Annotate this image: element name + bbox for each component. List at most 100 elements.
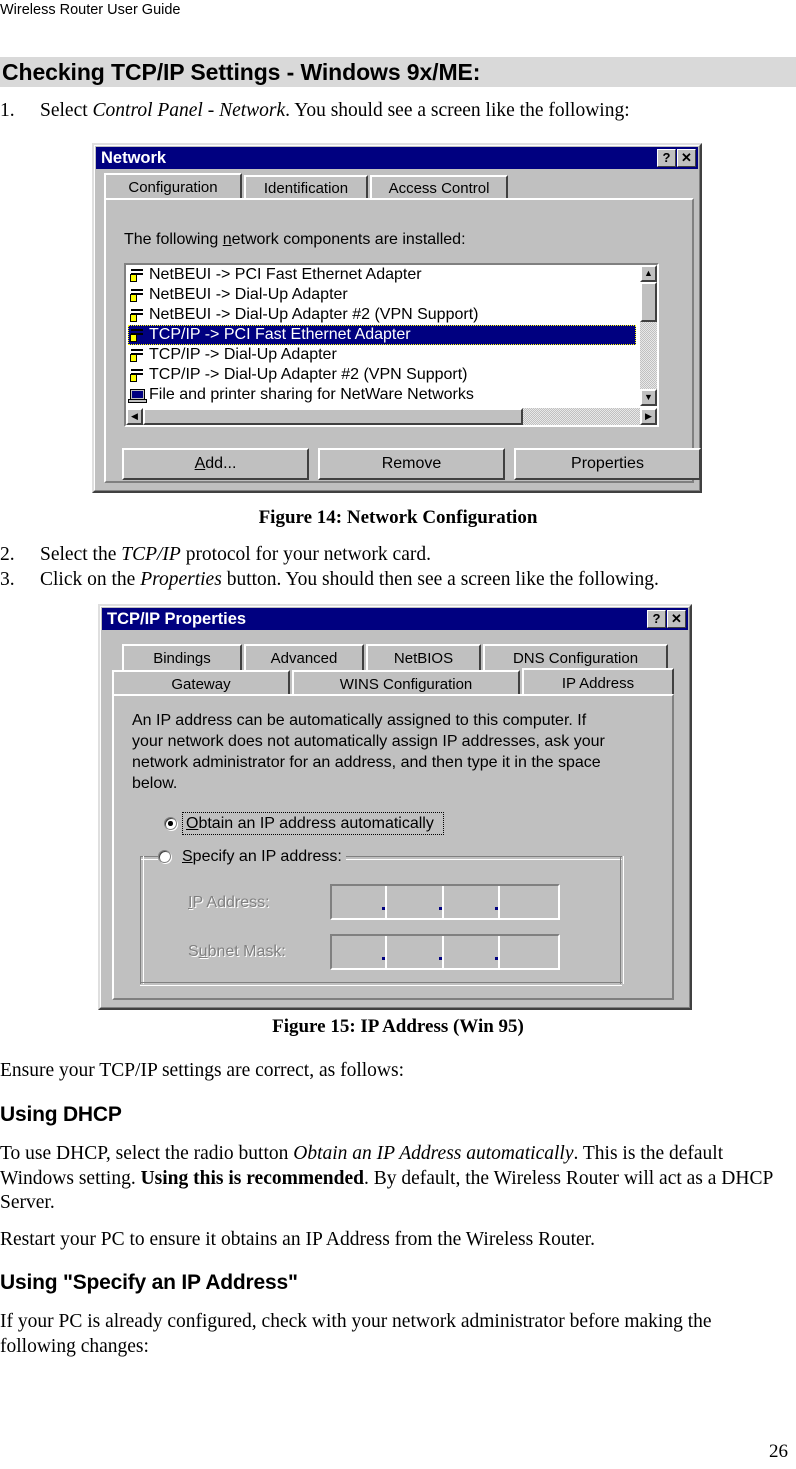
scroll-up-arrow-icon[interactable]: ▲ [640,265,657,282]
page-number: 26 [769,1441,788,1462]
ip-dot-icon [495,957,498,960]
listbox-horizontal-scrollbar[interactable]: ◀ ▶ [126,408,657,425]
list-item[interactable]: TCP/IP -> Dial-Up Adapter [128,345,636,365]
add-button[interactable]: Add... [122,448,309,480]
computer-icon [128,387,149,404]
list-item-step-1: 1. Select Control Panel - Network. You s… [0,99,784,123]
network-components-listbox[interactable]: NetBEUI -> PCI Fast Ethernet Adapter Net… [124,263,659,427]
scroll-right-arrow-icon[interactable]: ▶ [640,408,657,425]
scroll-left-arrow-icon[interactable]: ◀ [126,408,143,425]
list-item-selected[interactable]: TCP/IP -> PCI Fast Ethernet Adapter [128,325,636,345]
accel-char: O [186,815,199,832]
tab-access-control-label: Access Control [388,180,490,197]
listbox-vertical-scrollbar[interactable]: ▲ ▼ [640,265,657,406]
field-label-rest: bnet Mask: [207,943,286,960]
vscroll-thumb[interactable] [640,282,657,322]
step-text-run: . You should see a screen like the follo… [285,100,630,121]
remove-button-label: Remove [381,455,442,472]
close-icon[interactable]: ✕ [677,149,696,167]
list-item[interactable]: TCP/IP -> Dial-Up Adapter #2 (VPN Suppor… [128,365,636,385]
list-item-label: NetBEUI -> Dial-Up Adapter #2 (VPN Suppo… [149,306,479,323]
tab-wins-configuration[interactable]: WINS Configuration [292,670,520,696]
subnet-mask-field-label: Subnet Mask: [188,943,286,961]
ip-dot-icon [439,907,442,910]
description-line: An IP address can be automatically assig… [132,712,587,729]
tab-identification[interactable]: Identification [244,175,368,199]
page-title: Checking TCP/IP Settings - Windows 9x/ME… [2,59,481,85]
step-text-run: Click on the [40,569,141,590]
tab-identification-label: Identification [263,180,349,197]
radio-label-rest: pecify an IP address: [192,848,342,865]
properties-button[interactable]: Properties [514,448,701,480]
protocol-icon [128,287,149,304]
tab-ip-address-label: IP Address [561,675,635,692]
ip-dot-icon [382,907,385,910]
list-item-label: TCP/IP -> PCI Fast Ethernet Adapter [149,326,411,343]
hscroll-thumb[interactable] [143,408,523,425]
protocol-icon [128,367,149,384]
tab-advanced-label: Advanced [270,650,338,667]
close-icon[interactable]: ✕ [667,610,686,628]
tab-netbios[interactable]: NetBIOS [366,644,481,670]
tcpip-dialog-title: TCP/IP Properties [107,609,247,628]
help-icon[interactable]: ? [647,610,666,628]
list-item[interactable]: NetBEUI -> PCI Fast Ethernet Adapter [128,265,636,285]
dhcp-paragraph: To use DHCP, select the radio button Obt… [0,1142,784,1216]
section-heading-band: Checking TCP/IP Settings - Windows 9x/ME… [0,57,796,87]
para-run: To use DHCP, select the radio button [0,1143,294,1164]
caption-run: etwork components are installed: [231,231,466,248]
radio-label-rest: btain an IP address automatically [198,815,434,832]
caption-run: The following [124,231,223,248]
restart-paragraph: Restart your PC to ensure it obtains an … [0,1229,595,1250]
description-line: below. [132,775,178,792]
scroll-down-arrow-icon[interactable]: ▼ [640,389,657,406]
list-item[interactable]: File and printer sharing for NetWare Net… [128,385,636,405]
tab-dns-configuration-label: DNS Configuration [512,650,639,667]
listbox-viewport: NetBEUI -> PCI Fast Ethernet Adapter Net… [126,265,638,406]
accel-char: u [198,943,208,960]
tab-netbios-label: NetBIOS [393,650,454,667]
ip-address-field-label: IP Address: [188,894,270,912]
groupbox-bottom-edge [140,982,622,986]
radio-obtain-ip-automatically-label[interactable]: Obtain an IP address automatically [186,815,434,833]
step-text-run: button. You should then see a screen lik… [221,569,659,590]
tab-access-control[interactable]: Access Control [370,175,508,199]
list-item-label: TCP/IP -> Dial-Up Adapter [149,346,337,363]
ip-octet-separator [385,936,387,968]
list-item[interactable]: NetBEUI -> Dial-Up Adapter #2 (VPN Suppo… [128,305,636,325]
figure-14-caption: Figure 14: Network Configuration [258,507,538,528]
help-icon[interactable]: ? [657,149,676,167]
radio-obtain-ip-automatically[interactable] [164,817,177,830]
step-text-run: protocol for your network card. [180,544,431,565]
tab-configuration[interactable]: Configuration [104,173,242,199]
protocol-icon [128,327,149,344]
radio-specify-ip-address[interactable] [158,850,171,863]
subnet-mask-input[interactable] [330,934,560,970]
radio-specify-ip-address-label[interactable]: Specify an IP address: [178,848,346,866]
network-dialog-window: Network ? ✕ Configuration Identification… [92,143,702,493]
list-item[interactable]: NetBEUI -> Dial-Up Adapter [128,285,636,305]
titlebar-buttons: ? ✕ [647,610,688,628]
tab-advanced[interactable]: Advanced [244,644,364,670]
accel-char: S [182,848,193,865]
ip-address-input[interactable] [330,884,560,920]
ip-dot-icon [382,957,385,960]
tab-dns-configuration[interactable]: DNS Configuration [483,644,668,670]
step-number: 3. [0,569,15,590]
protocol-icon [128,347,149,364]
tab-configuration-label: Configuration [128,179,218,196]
protocol-icon [128,307,149,324]
ip-dot-icon [439,957,442,960]
titlebar-buttons: ? ✕ [657,149,698,167]
protocol-icon [128,267,149,284]
remove-button[interactable]: Remove [318,448,505,480]
tab-bindings[interactable]: Bindings [122,644,242,670]
para-run-italic: Obtain an IP Address automatically [293,1143,574,1164]
tab-gateway[interactable]: Gateway [112,670,290,696]
list-item-label: NetBEUI -> PCI Fast Ethernet Adapter [149,266,422,283]
ip-octet-separator [442,936,444,968]
list-item-label: TCP/IP -> Dial-Up Adapter #2 (VPN Suppor… [149,366,468,383]
ip-octet-separator [498,936,500,968]
intro-paragraph: Ensure your TCP/IP settings are correct,… [0,1060,405,1081]
step-number: 1. [0,100,15,121]
